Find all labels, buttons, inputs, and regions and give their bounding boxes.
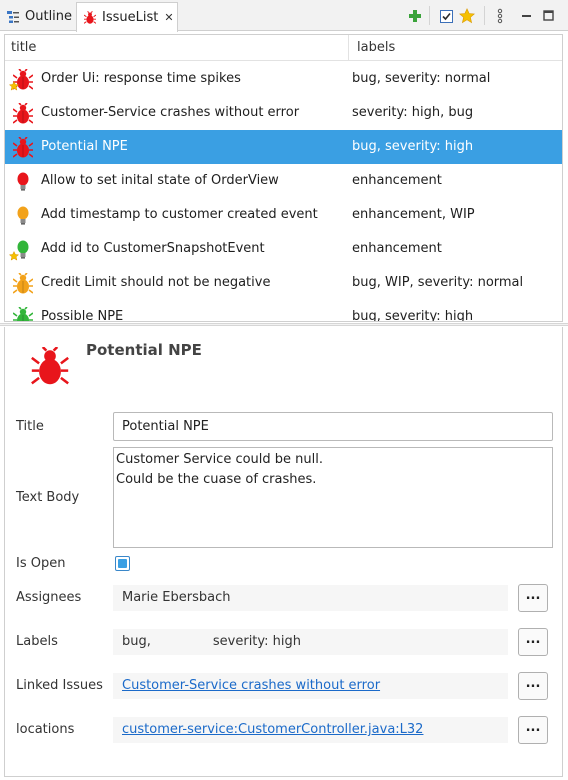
text-body-label: Text Body [16, 490, 80, 505]
column-header-title[interactable]: title [5, 35, 349, 61]
cell-title: Possible NPE [41, 309, 124, 322]
edit-linked-issues-button[interactable]: ... [518, 672, 548, 700]
edit-locations-button[interactable]: ... [518, 716, 548, 744]
add-icon[interactable] [405, 6, 425, 26]
bug-icon [9, 68, 34, 91]
toolbar-separator [484, 6, 485, 25]
table-row[interactable]: Order Ui: response time spikes bug, sever… [5, 62, 562, 96]
tab-outline[interactable]: Outline [2, 2, 74, 31]
linked-issues-value: Customer-Service crashes without error [113, 673, 508, 699]
edit-assignees-button[interactable]: ... [518, 584, 548, 612]
linked-issue-link[interactable]: Customer-Service crashes without error [122, 678, 380, 693]
locations-value: customer-service:CustomerController.java… [113, 717, 508, 743]
cell-labels: enhancement [352, 173, 442, 188]
cell-title: Credit Limit should not be negative [41, 275, 271, 290]
cell-labels: bug, severity: high [352, 139, 474, 154]
lightbulb-icon [13, 205, 33, 227]
table-row[interactable]: Credit Limit should not be negative bug, … [5, 266, 562, 300]
bug-icon [12, 102, 34, 125]
star-icon [9, 251, 19, 261]
table-row[interactable]: Allow to set inital state of OrderView en… [5, 164, 562, 198]
tab-outline-label: Outline [25, 9, 73, 24]
table-row[interactable]: Possible NPE bug, severity: high [5, 300, 562, 322]
is-open-label: Is Open [16, 556, 66, 571]
text-body-field[interactable]: Customer Service could be null. Could be… [113, 447, 553, 548]
table-row[interactable]: Potential NPE bug, severity: high [5, 130, 562, 164]
issue-detail-panel: Potential NPE Title Text Body Customer S… [4, 327, 563, 777]
cell-labels: enhancement [352, 241, 442, 256]
minimize-icon[interactable] [517, 6, 537, 26]
cell-labels: severity: high, bug [352, 105, 474, 120]
table-row[interactable]: Add timestamp to customer created event e… [5, 198, 562, 232]
toolbar-separator [429, 6, 430, 25]
label-chip: severity: high [212, 634, 302, 649]
table-header: title labels [5, 35, 562, 61]
tab-issuelist-label: IssueList [102, 10, 159, 25]
cell-labels: enhancement, WIP [352, 207, 475, 222]
title-label: Title [16, 419, 44, 434]
cell-labels: bug, severity: normal [352, 71, 491, 86]
close-icon[interactable]: ✕ [164, 11, 173, 24]
bug-icon [12, 272, 34, 295]
cell-title: Order Ui: response time spikes [41, 71, 241, 86]
location-link[interactable]: customer-service:CustomerController.java… [122, 722, 423, 737]
locations-label: locations [16, 722, 75, 737]
issue-table: title labels Order Ui: response time spi… [4, 34, 563, 322]
tab-issuelist[interactable]: IssueList ✕ [76, 2, 178, 32]
edit-labels-button[interactable]: ... [518, 628, 548, 656]
bug-icon [30, 346, 70, 387]
is-open-checkbox[interactable] [115, 556, 130, 571]
linked-issues-label: Linked Issues [16, 678, 103, 693]
labels-label: Labels [16, 634, 58, 649]
column-header-labels[interactable]: labels [349, 35, 562, 61]
labels-value: bug, severity: high [113, 629, 508, 655]
table-row[interactable]: Customer-Service crashes without error se… [5, 96, 562, 130]
title-field[interactable] [113, 412, 553, 441]
lightbulb-icon [13, 171, 33, 193]
star-icon[interactable] [457, 6, 477, 26]
bug-icon [83, 10, 97, 25]
assignees-label: Assignees [16, 590, 82, 605]
maximize-icon[interactable] [539, 6, 559, 26]
view-tab-bar: Outline IssueList ✕ [0, 0, 568, 32]
outline-icon [6, 10, 20, 24]
checkbox-icon[interactable] [436, 6, 456, 26]
detail-heading: Potential NPE [86, 341, 202, 359]
cell-title: Customer-Service crashes without error [41, 105, 300, 120]
view-menu-icon[interactable] [490, 6, 510, 26]
cell-title: Potential NPE [41, 139, 128, 154]
label-chip: bug, [122, 634, 151, 649]
cell-title: Allow to set inital state of OrderView [41, 173, 279, 188]
cell-labels: bug, severity: high [352, 309, 474, 322]
cell-title: Add id to CustomerSnapshotEvent [41, 241, 265, 256]
bug-icon [12, 136, 34, 159]
star-icon [9, 81, 19, 91]
lightbulb-icon [9, 239, 33, 261]
cell-title: Add timestamp to customer created event [41, 207, 318, 222]
splitter[interactable] [0, 323, 568, 326]
cell-labels: bug, WIP, severity: normal [352, 275, 524, 290]
table-row[interactable]: Add id to CustomerSnapshotEvent enhanceme… [5, 232, 562, 266]
assignees-value: Marie Ebersbach [113, 585, 508, 611]
bug-icon [12, 306, 34, 321]
